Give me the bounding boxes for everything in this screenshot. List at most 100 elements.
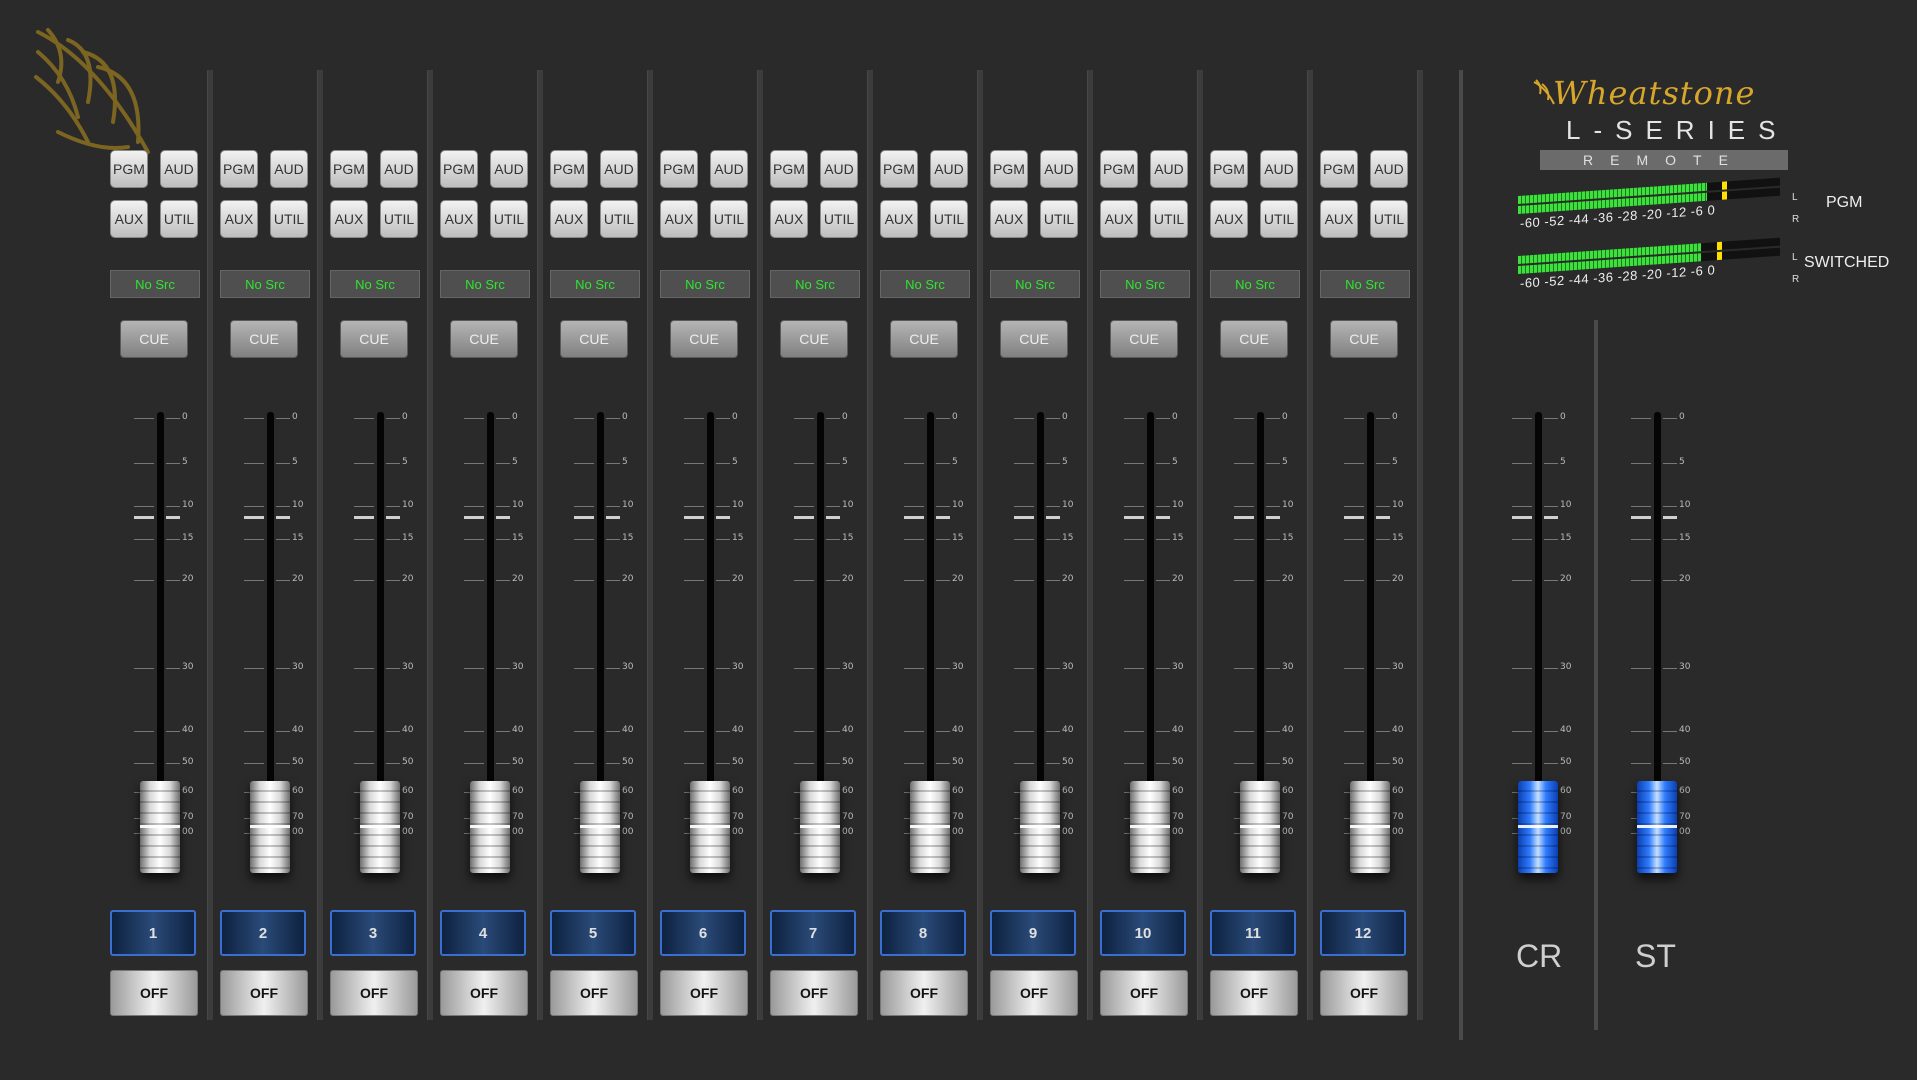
channel-on-off-button[interactable]: OFF [1100, 970, 1188, 1016]
aud-bus-button[interactable]: AUD [820, 150, 858, 188]
pgm-bus-button[interactable]: PGM [330, 150, 368, 188]
source-display[interactable]: No Src [770, 270, 860, 298]
pgm-bus-button[interactable]: PGM [550, 150, 588, 188]
aux-bus-button[interactable]: AUX [440, 200, 478, 238]
aud-bus-button[interactable]: AUD [1150, 150, 1188, 188]
channel-1-fader-knob[interactable] [140, 780, 180, 873]
cue-button[interactable]: CUE [1330, 320, 1398, 358]
util-bus-button[interactable]: UTIL [490, 200, 528, 238]
aud-bus-button[interactable]: AUD [1040, 150, 1078, 188]
channel-number-button[interactable]: 8 [880, 910, 966, 956]
aud-bus-button[interactable]: AUD [380, 150, 418, 188]
pgm-bus-button[interactable]: PGM [1210, 150, 1248, 188]
aud-bus-button[interactable]: AUD [490, 150, 528, 188]
pgm-bus-button[interactable]: PGM [660, 150, 698, 188]
channel-on-off-button[interactable]: OFF [1210, 970, 1298, 1016]
source-display[interactable]: No Src [1210, 270, 1300, 298]
channel-11-fader-knob[interactable] [1240, 780, 1280, 873]
cue-button[interactable]: CUE [1220, 320, 1288, 358]
channel-8-fader-knob[interactable] [910, 780, 950, 873]
channel-number-button[interactable]: 10 [1100, 910, 1186, 956]
channel-number-button[interactable]: 2 [220, 910, 306, 956]
util-bus-button[interactable]: UTIL [710, 200, 748, 238]
aux-bus-button[interactable]: AUX [330, 200, 368, 238]
source-display[interactable]: No Src [1320, 270, 1410, 298]
channel-on-off-button[interactable]: OFF [220, 970, 308, 1016]
channel-5-fader-knob[interactable] [580, 780, 620, 873]
source-display[interactable]: No Src [880, 270, 970, 298]
channel-on-off-button[interactable]: OFF [330, 970, 418, 1016]
util-bus-button[interactable]: UTIL [1260, 200, 1298, 238]
aud-bus-button[interactable]: AUD [600, 150, 638, 188]
aud-bus-button[interactable]: AUD [930, 150, 968, 188]
aux-bus-button[interactable]: AUX [110, 200, 148, 238]
source-display[interactable]: No Src [330, 270, 420, 298]
aux-bus-button[interactable]: AUX [770, 200, 808, 238]
cue-button[interactable]: CUE [670, 320, 738, 358]
channel-6-fader-knob[interactable] [690, 780, 730, 873]
aud-bus-button[interactable]: AUD [270, 150, 308, 188]
channel-on-off-button[interactable]: OFF [1320, 970, 1408, 1016]
pgm-bus-button[interactable]: PGM [1320, 150, 1358, 188]
master-cr-fader-knob[interactable] [1518, 780, 1558, 873]
pgm-bus-button[interactable]: PGM [990, 150, 1028, 188]
util-bus-button[interactable]: UTIL [930, 200, 968, 238]
channel-on-off-button[interactable]: OFF [110, 970, 198, 1016]
aud-bus-button[interactable]: AUD [1370, 150, 1408, 188]
channel-4-fader-knob[interactable] [470, 780, 510, 873]
channel-number-button[interactable]: 6 [660, 910, 746, 956]
source-display[interactable]: No Src [220, 270, 310, 298]
source-display[interactable]: No Src [550, 270, 640, 298]
channel-number-button[interactable]: 1 [110, 910, 196, 956]
channel-number-button[interactable]: 11 [1210, 910, 1296, 956]
channel-7-fader-knob[interactable] [800, 780, 840, 873]
channel-2-fader-knob[interactable] [250, 780, 290, 873]
cue-button[interactable]: CUE [120, 320, 188, 358]
source-display[interactable]: No Src [1100, 270, 1190, 298]
channel-9-fader-knob[interactable] [1020, 780, 1060, 873]
channel-on-off-button[interactable]: OFF [440, 970, 528, 1016]
pgm-bus-button[interactable]: PGM [880, 150, 918, 188]
aux-bus-button[interactable]: AUX [1320, 200, 1358, 238]
cue-button[interactable]: CUE [560, 320, 628, 358]
source-display[interactable]: No Src [990, 270, 1080, 298]
util-bus-button[interactable]: UTIL [1150, 200, 1188, 238]
source-display[interactable]: No Src [110, 270, 200, 298]
cue-button[interactable]: CUE [340, 320, 408, 358]
source-display[interactable]: No Src [440, 270, 530, 298]
util-bus-button[interactable]: UTIL [380, 200, 418, 238]
channel-number-button[interactable]: 7 [770, 910, 856, 956]
aud-bus-button[interactable]: AUD [1260, 150, 1298, 188]
channel-number-button[interactable]: 12 [1320, 910, 1406, 956]
aux-bus-button[interactable]: AUX [660, 200, 698, 238]
cue-button[interactable]: CUE [1110, 320, 1178, 358]
master-st-fader-knob[interactable] [1637, 780, 1677, 873]
channel-on-off-button[interactable]: OFF [990, 970, 1078, 1016]
aux-bus-button[interactable]: AUX [220, 200, 258, 238]
util-bus-button[interactable]: UTIL [160, 200, 198, 238]
channel-3-fader-knob[interactable] [360, 780, 400, 873]
pgm-bus-button[interactable]: PGM [1100, 150, 1138, 188]
channel-10-fader-knob[interactable] [1130, 780, 1170, 873]
cue-button[interactable]: CUE [230, 320, 298, 358]
channel-number-button[interactable]: 3 [330, 910, 416, 956]
util-bus-button[interactable]: UTIL [820, 200, 858, 238]
aux-bus-button[interactable]: AUX [880, 200, 918, 238]
channel-number-button[interactable]: 9 [990, 910, 1076, 956]
aux-bus-button[interactable]: AUX [1210, 200, 1248, 238]
cue-button[interactable]: CUE [780, 320, 848, 358]
cue-button[interactable]: CUE [450, 320, 518, 358]
channel-on-off-button[interactable]: OFF [550, 970, 638, 1016]
source-display[interactable]: No Src [660, 270, 750, 298]
aud-bus-button[interactable]: AUD [160, 150, 198, 188]
pgm-bus-button[interactable]: PGM [110, 150, 148, 188]
pgm-bus-button[interactable]: PGM [220, 150, 258, 188]
aux-bus-button[interactable]: AUX [550, 200, 588, 238]
channel-number-button[interactable]: 5 [550, 910, 636, 956]
cue-button[interactable]: CUE [1000, 320, 1068, 358]
cue-button[interactable]: CUE [890, 320, 958, 358]
util-bus-button[interactable]: UTIL [1040, 200, 1078, 238]
aud-bus-button[interactable]: AUD [710, 150, 748, 188]
aux-bus-button[interactable]: AUX [1100, 200, 1138, 238]
channel-number-button[interactable]: 4 [440, 910, 526, 956]
